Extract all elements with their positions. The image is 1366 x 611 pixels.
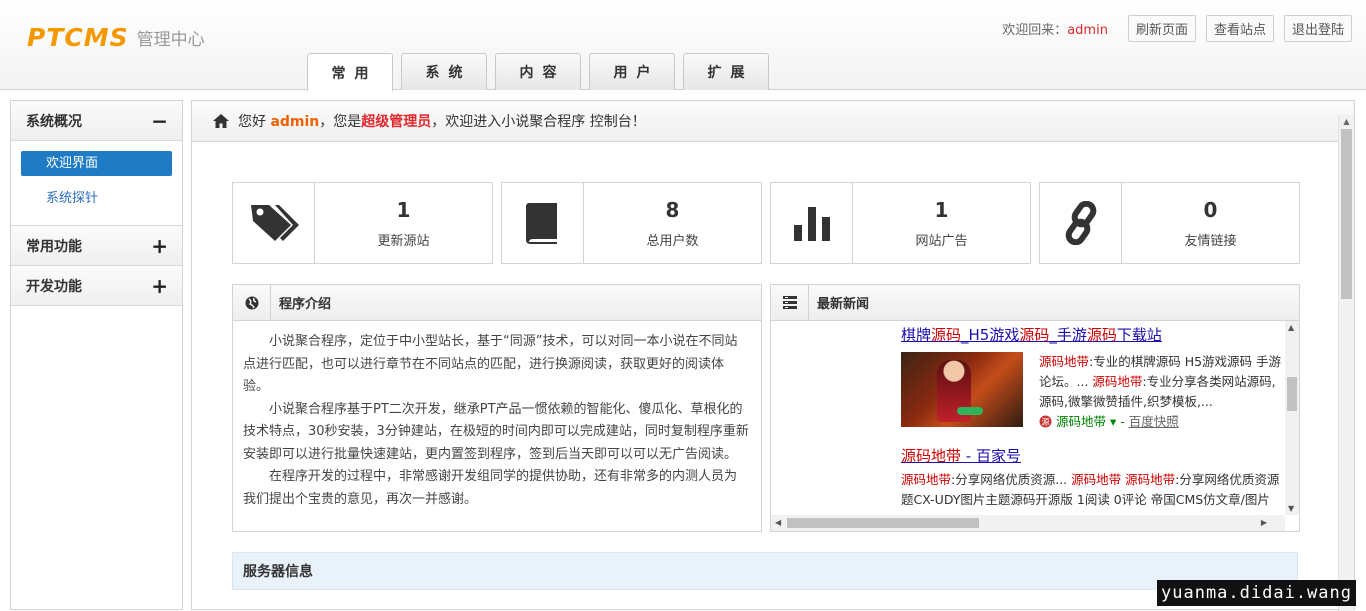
greeting: 您好 admin，您是超级管理员，欢迎进入小说聚合程序 控制台！ xyxy=(238,114,646,130)
stat-value: 0 xyxy=(1203,197,1218,222)
scroll-up-icon[interactable]: ▲ xyxy=(1288,323,1294,332)
sidebar-group-overview[interactable]: 系统概况 − xyxy=(11,101,182,141)
stat-label: 友情链接 xyxy=(1184,233,1237,249)
news-item-2: 源码地带 - 百家号 源码地带:分享网络优质资源... 源码地带 源码地带:分享… xyxy=(901,446,1281,510)
news-panel: 最新新闻 棋牌源码_H5游戏源码_手游源码下载站 源码地带:专业的棋牌源码 H5… xyxy=(770,284,1300,532)
news-item-1: 源码地带:专业的棋牌源码 H5游戏源码 手游 论坛。... 源码地带:专业分享各… xyxy=(901,352,1281,432)
server-list-icon xyxy=(771,285,809,320)
logo-mark: PTCMS xyxy=(27,22,129,52)
news-source: 源 源码地带 ▾ - 百度快照 xyxy=(1039,412,1281,432)
sidebar-group-label: 常用功能 xyxy=(26,238,82,255)
link-icon xyxy=(1040,183,1122,263)
home-icon xyxy=(213,114,229,128)
intro-paragraph: 在程序开发的过程中，非常感谢开发组同学的提供协助，还有非常多的内测人员为我们提出… xyxy=(243,469,738,507)
globe-icon xyxy=(233,285,271,320)
news-horizontal-scrollbar[interactable]: ◀ ▶ xyxy=(771,515,1285,531)
scroll-thumb[interactable] xyxy=(1287,377,1297,411)
stat-value: 8 xyxy=(665,197,680,222)
stat-card-users[interactable]: 8 总用户数 xyxy=(501,182,762,264)
tab-users[interactable]: 用户 xyxy=(589,53,675,90)
news-content: 棋牌源码_H5游戏源码_手游源码下载站 源码地带:专业的棋牌源码 H5游戏源码 … xyxy=(901,325,1281,510)
watermark: yuanma.didai.wang xyxy=(1157,580,1356,606)
scroll-up-icon[interactable]: ▲ xyxy=(1339,115,1354,129)
bar-chart-icon xyxy=(771,183,853,263)
intro-paragraph: 小说聚合程序基于PT二次开发，继承PT产品一惯依赖的智能化、傻瓜化、草根化的技术… xyxy=(243,401,749,462)
welcome-username: admin xyxy=(1067,23,1108,38)
news-title: 最新新闻 xyxy=(817,297,870,312)
stat-card-ads[interactable]: 1 网站广告 xyxy=(770,182,1031,264)
scroll-thumb[interactable] xyxy=(1341,129,1352,299)
tags-icon xyxy=(233,183,315,263)
collapse-icon[interactable]: − xyxy=(151,109,168,133)
main-header: 您好 admin，您是超级管理员，欢迎进入小说聚合程序 控制台！ xyxy=(192,101,1354,142)
greeting-username: admin xyxy=(270,114,320,130)
news-thumbnail[interactable] xyxy=(901,352,1023,427)
sidebar-group-common[interactable]: 常用功能 + xyxy=(11,226,182,266)
sidebar-item-probe[interactable]: 系统探针 xyxy=(21,186,172,211)
snapshot-link[interactable]: 百度快照 xyxy=(1129,414,1179,429)
stat-card-sources[interactable]: 1 更新源站 xyxy=(232,182,493,264)
sidebar-item-welcome[interactable]: 欢迎界面 xyxy=(21,151,172,176)
intro-paragraph: 小说聚合程序，定位于中小型站长，基于“同源”技术，可以对同一本小说在不同站点进行… xyxy=(243,334,738,394)
welcome-text: 欢迎回来：admin xyxy=(1002,23,1108,38)
sidebar-group-dev[interactable]: 开发功能 + xyxy=(11,266,182,306)
stat-label: 更新源站 xyxy=(377,233,430,249)
tab-content[interactable]: 内容 xyxy=(495,53,581,90)
stat-value: 1 xyxy=(396,197,411,222)
server-info-header: 服务器信息 xyxy=(232,552,1298,590)
logo-subtitle: 管理中心 xyxy=(136,29,205,50)
news-link-1[interactable]: 棋牌源码_H5游戏源码_手游源码下载站 xyxy=(901,325,1281,345)
stat-label: 总用户数 xyxy=(646,233,699,249)
svg-text:源: 源 xyxy=(1042,418,1050,427)
sidebar-group-label: 开发功能 xyxy=(26,278,82,295)
stat-card-links[interactable]: 0 友情链接 xyxy=(1039,182,1300,264)
expand-icon[interactable]: + xyxy=(151,274,168,298)
scroll-left-icon[interactable]: ◀ xyxy=(775,518,781,527)
scroll-right-icon[interactable]: ▶ xyxy=(1261,518,1267,527)
intro-body: 小说聚合程序，定位于中小型站长，基于“同源”技术，可以对同一本小说在不同站点进行… xyxy=(233,321,761,511)
stat-value: 1 xyxy=(934,197,949,222)
intro-panel: 程序介绍 小说聚合程序，定位于中小型站长，基于“同源”技术，可以对同一本小说在不… xyxy=(232,284,762,532)
main-scrollbar[interactable]: ▲ xyxy=(1338,115,1354,611)
header: PTCMS 管理中心 欢迎回来：admin 刷新页面 查看站点 退出登陆 常用 … xyxy=(0,0,1366,91)
scroll-thumb[interactable] xyxy=(787,518,979,528)
sidebar-items: 欢迎界面 系统探针 xyxy=(11,141,182,226)
tab-system[interactable]: 系统 xyxy=(401,53,487,90)
tab-common[interactable]: 常用 xyxy=(307,53,393,91)
top-links: 欢迎回来：admin 刷新页面 查看站点 退出登陆 xyxy=(1002,15,1352,42)
view-site-button[interactable]: 查看站点 xyxy=(1205,15,1274,42)
news-panel-header: 最新新闻 xyxy=(771,285,1299,321)
refresh-page-button[interactable]: 刷新页面 xyxy=(1127,15,1196,42)
stats-row: 1 更新源站 8 总用户数 1 网站广告 0 友情链接 xyxy=(232,182,1308,264)
tab-extensions[interactable]: 扩展 xyxy=(683,53,769,90)
nav-tabs: 常用 系统 内容 用户 扩展 xyxy=(307,53,777,91)
news-frame: 棋牌源码_H5游戏源码_手游源码下载站 源码地带:专业的棋牌源码 H5游戏源码 … xyxy=(771,321,1299,531)
main-panel: 您好 admin，您是超级管理员，欢迎进入小说聚合程序 控制台！ ▲ 1 更新源… xyxy=(191,100,1355,611)
news-snippet: 源码地带:专业的棋牌源码 H5游戏源码 手游 论坛。... 源码地带:专业分享各… xyxy=(1039,352,1281,432)
sidebar-group-label: 系统概况 xyxy=(26,113,82,130)
intro-panel-header: 程序介绍 xyxy=(233,285,761,321)
expand-icon[interactable]: + xyxy=(151,234,168,258)
news-link-2[interactable]: 源码地带 - 百家号 xyxy=(901,446,1281,466)
news-vertical-scrollbar[interactable]: ▲ ▼ xyxy=(1285,321,1299,515)
logout-button[interactable]: 退出登陆 xyxy=(1283,15,1352,42)
stat-label: 网站广告 xyxy=(915,233,968,249)
source-icon: 源 xyxy=(1039,415,1052,428)
intro-title: 程序介绍 xyxy=(279,297,332,312)
logo[interactable]: PTCMS 管理中心 xyxy=(27,22,205,52)
book-icon xyxy=(502,183,584,263)
greeting-role: 超级管理员 xyxy=(361,114,432,130)
scroll-down-icon[interactable]: ▼ xyxy=(1288,504,1294,513)
sidebar: 系统概况 − 欢迎界面 系统探针 常用功能 + 开发功能 + xyxy=(10,100,183,610)
news-snippet: 源码地带:分享网络优质资源... 源码地带 源码地带:分享网络优质资源 题CX-… xyxy=(901,472,1280,507)
